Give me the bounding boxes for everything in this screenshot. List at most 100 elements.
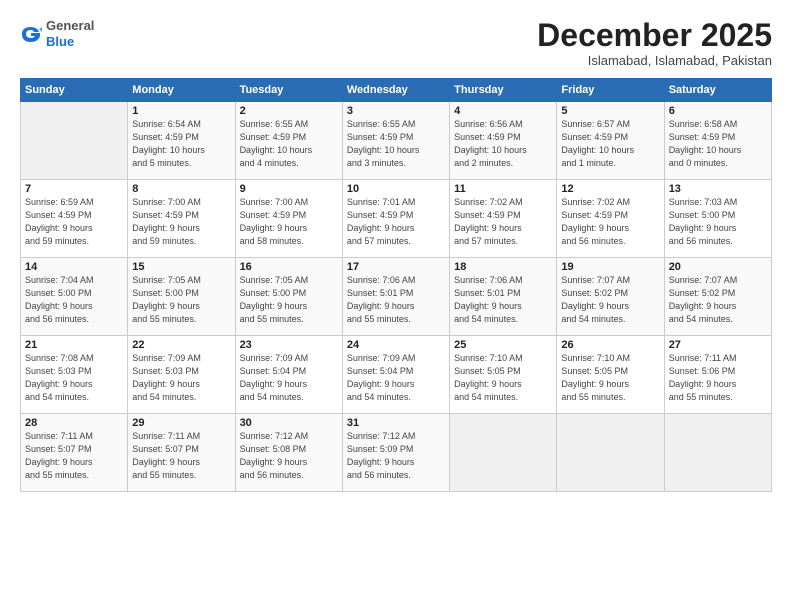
day-info: Sunrise: 7:07 AMSunset: 5:02 PMDaylight:… (561, 274, 659, 326)
calendar-header: Sunday Monday Tuesday Wednesday Thursday… (21, 79, 772, 102)
calendar-cell: 16Sunrise: 7:05 AMSunset: 5:00 PMDayligh… (235, 258, 342, 336)
subtitle: Islamabad, Islamabad, Pakistan (537, 53, 772, 68)
day-info: Sunrise: 7:05 AMSunset: 5:00 PMDaylight:… (240, 274, 338, 326)
day-info: Sunrise: 7:07 AMSunset: 5:02 PMDaylight:… (669, 274, 767, 326)
calendar-cell: 7Sunrise: 6:59 AMSunset: 4:59 PMDaylight… (21, 180, 128, 258)
day-number: 14 (25, 261, 123, 273)
day-number: 25 (454, 339, 552, 351)
calendar-cell: 3Sunrise: 6:55 AMSunset: 4:59 PMDaylight… (342, 102, 449, 180)
day-info: Sunrise: 7:12 AMSunset: 5:09 PMDaylight:… (347, 430, 445, 482)
calendar-week-row: 28Sunrise: 7:11 AMSunset: 5:07 PMDayligh… (21, 414, 772, 492)
logo-icon (20, 23, 42, 45)
col-tuesday: Tuesday (235, 79, 342, 102)
day-info: Sunrise: 7:11 AMSunset: 5:07 PMDaylight:… (25, 430, 123, 482)
day-info: Sunrise: 6:59 AMSunset: 4:59 PMDaylight:… (25, 196, 123, 248)
calendar-cell: 10Sunrise: 7:01 AMSunset: 4:59 PMDayligh… (342, 180, 449, 258)
calendar-cell: 27Sunrise: 7:11 AMSunset: 5:06 PMDayligh… (664, 336, 771, 414)
header: General Blue December 2025 Islamabad, Is… (20, 18, 772, 68)
calendar-cell: 6Sunrise: 6:58 AMSunset: 4:59 PMDaylight… (664, 102, 771, 180)
day-info: Sunrise: 7:12 AMSunset: 5:08 PMDaylight:… (240, 430, 338, 482)
calendar-cell (450, 414, 557, 492)
day-number: 22 (132, 339, 230, 351)
day-number: 9 (240, 183, 338, 195)
day-number: 30 (240, 417, 338, 429)
day-info: Sunrise: 7:11 AMSunset: 5:06 PMDaylight:… (669, 352, 767, 404)
calendar-cell: 29Sunrise: 7:11 AMSunset: 5:07 PMDayligh… (128, 414, 235, 492)
calendar-cell: 5Sunrise: 6:57 AMSunset: 4:59 PMDaylight… (557, 102, 664, 180)
day-number: 26 (561, 339, 659, 351)
calendar-body: 1Sunrise: 6:54 AMSunset: 4:59 PMDaylight… (21, 102, 772, 492)
logo-text: General Blue (46, 18, 94, 49)
calendar-cell: 14Sunrise: 7:04 AMSunset: 5:00 PMDayligh… (21, 258, 128, 336)
logo: General Blue (20, 18, 94, 49)
day-number: 10 (347, 183, 445, 195)
col-sunday: Sunday (21, 79, 128, 102)
day-info: Sunrise: 7:09 AMSunset: 5:04 PMDaylight:… (240, 352, 338, 404)
calendar-cell (21, 102, 128, 180)
day-info: Sunrise: 6:58 AMSunset: 4:59 PMDaylight:… (669, 118, 767, 170)
title-block: December 2025 Islamabad, Islamabad, Paki… (537, 18, 772, 68)
calendar-week-row: 1Sunrise: 6:54 AMSunset: 4:59 PMDaylight… (21, 102, 772, 180)
calendar-cell: 22Sunrise: 7:09 AMSunset: 5:03 PMDayligh… (128, 336, 235, 414)
day-info: Sunrise: 7:02 AMSunset: 4:59 PMDaylight:… (454, 196, 552, 248)
day-number: 27 (669, 339, 767, 351)
calendar-cell: 20Sunrise: 7:07 AMSunset: 5:02 PMDayligh… (664, 258, 771, 336)
day-info: Sunrise: 7:03 AMSunset: 5:00 PMDaylight:… (669, 196, 767, 248)
day-number: 13 (669, 183, 767, 195)
calendar-week-row: 21Sunrise: 7:08 AMSunset: 5:03 PMDayligh… (21, 336, 772, 414)
header-row: Sunday Monday Tuesday Wednesday Thursday… (21, 79, 772, 102)
day-info: Sunrise: 7:10 AMSunset: 5:05 PMDaylight:… (561, 352, 659, 404)
calendar-cell: 12Sunrise: 7:02 AMSunset: 4:59 PMDayligh… (557, 180, 664, 258)
day-number: 2 (240, 105, 338, 117)
calendar-week-row: 14Sunrise: 7:04 AMSunset: 5:00 PMDayligh… (21, 258, 772, 336)
col-monday: Monday (128, 79, 235, 102)
day-info: Sunrise: 7:04 AMSunset: 5:00 PMDaylight:… (25, 274, 123, 326)
calendar-cell: 18Sunrise: 7:06 AMSunset: 5:01 PMDayligh… (450, 258, 557, 336)
month-title: December 2025 (537, 18, 772, 53)
day-info: Sunrise: 6:55 AMSunset: 4:59 PMDaylight:… (347, 118, 445, 170)
day-info: Sunrise: 7:00 AMSunset: 4:59 PMDaylight:… (240, 196, 338, 248)
day-number: 7 (25, 183, 123, 195)
day-info: Sunrise: 7:06 AMSunset: 5:01 PMDaylight:… (454, 274, 552, 326)
logo-general-text: General (46, 18, 94, 33)
calendar-cell: 21Sunrise: 7:08 AMSunset: 5:03 PMDayligh… (21, 336, 128, 414)
day-number: 16 (240, 261, 338, 273)
day-number: 11 (454, 183, 552, 195)
calendar-cell: 4Sunrise: 6:56 AMSunset: 4:59 PMDaylight… (450, 102, 557, 180)
day-number: 19 (561, 261, 659, 273)
col-saturday: Saturday (664, 79, 771, 102)
day-info: Sunrise: 7:05 AMSunset: 5:00 PMDaylight:… (132, 274, 230, 326)
calendar-cell: 30Sunrise: 7:12 AMSunset: 5:08 PMDayligh… (235, 414, 342, 492)
calendar-cell: 17Sunrise: 7:06 AMSunset: 5:01 PMDayligh… (342, 258, 449, 336)
day-number: 23 (240, 339, 338, 351)
calendar-table: Sunday Monday Tuesday Wednesday Thursday… (20, 78, 772, 492)
day-number: 8 (132, 183, 230, 195)
calendar-cell (557, 414, 664, 492)
calendar-cell: 11Sunrise: 7:02 AMSunset: 4:59 PMDayligh… (450, 180, 557, 258)
calendar-cell: 31Sunrise: 7:12 AMSunset: 5:09 PMDayligh… (342, 414, 449, 492)
col-friday: Friday (557, 79, 664, 102)
calendar-cell: 28Sunrise: 7:11 AMSunset: 5:07 PMDayligh… (21, 414, 128, 492)
day-info: Sunrise: 6:54 AMSunset: 4:59 PMDaylight:… (132, 118, 230, 170)
day-info: Sunrise: 7:08 AMSunset: 5:03 PMDaylight:… (25, 352, 123, 404)
calendar-cell: 23Sunrise: 7:09 AMSunset: 5:04 PMDayligh… (235, 336, 342, 414)
day-number: 24 (347, 339, 445, 351)
day-info: Sunrise: 7:11 AMSunset: 5:07 PMDaylight:… (132, 430, 230, 482)
day-info: Sunrise: 7:00 AMSunset: 4:59 PMDaylight:… (132, 196, 230, 248)
day-number: 4 (454, 105, 552, 117)
day-info: Sunrise: 7:01 AMSunset: 4:59 PMDaylight:… (347, 196, 445, 248)
day-info: Sunrise: 7:10 AMSunset: 5:05 PMDaylight:… (454, 352, 552, 404)
day-number: 20 (669, 261, 767, 273)
day-info: Sunrise: 7:09 AMSunset: 5:03 PMDaylight:… (132, 352, 230, 404)
day-number: 31 (347, 417, 445, 429)
day-number: 12 (561, 183, 659, 195)
calendar-cell: 8Sunrise: 7:00 AMSunset: 4:59 PMDaylight… (128, 180, 235, 258)
day-number: 3 (347, 105, 445, 117)
day-number: 21 (25, 339, 123, 351)
calendar-cell: 15Sunrise: 7:05 AMSunset: 5:00 PMDayligh… (128, 258, 235, 336)
day-number: 28 (25, 417, 123, 429)
calendar-cell: 26Sunrise: 7:10 AMSunset: 5:05 PMDayligh… (557, 336, 664, 414)
calendar-cell: 24Sunrise: 7:09 AMSunset: 5:04 PMDayligh… (342, 336, 449, 414)
day-number: 5 (561, 105, 659, 117)
calendar-cell: 9Sunrise: 7:00 AMSunset: 4:59 PMDaylight… (235, 180, 342, 258)
